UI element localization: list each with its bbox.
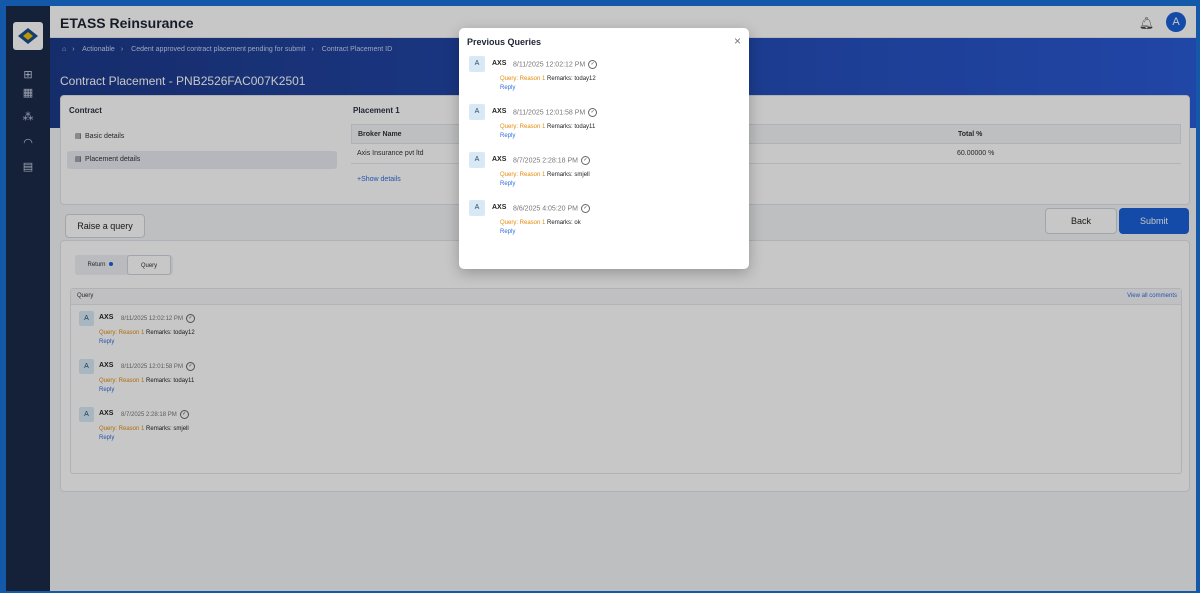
time-text: 8/7/2025 2:28:18 PM [513, 157, 578, 165]
time-text: 8/11/2025 12:02:12 PM [513, 61, 586, 69]
comment-query: Query: Reason 1 Remarks: ok [500, 220, 581, 226]
remarks-text: Remarks: smjell [547, 172, 590, 178]
query-reason: Query: Reason 1 [500, 220, 546, 226]
reply-link[interactable]: Reply [500, 229, 515, 235]
comment-time: 8/11/2025 12:02:12 PM ✓ [513, 60, 598, 69]
check-circle-icon: ✓ [581, 204, 590, 213]
previous-queries-modal: Previous Queries × A AXS 8/11/2025 12:02… [459, 28, 749, 269]
comment-avatar: A [469, 152, 485, 168]
comment-time: 8/11/2025 12:01:58 PM ✓ [513, 108, 598, 117]
comment-avatar: A [469, 56, 485, 72]
reply-link[interactable]: Reply [500, 133, 515, 139]
close-icon[interactable]: × [734, 34, 741, 48]
comment-avatar: A [469, 200, 485, 216]
check-circle-icon: ✓ [588, 108, 598, 117]
comment-time: 8/7/2025 2:28:18 PM ✓ [513, 156, 590, 165]
modal-title: Previous Queries [467, 37, 542, 47]
comment-user: AXS [492, 204, 507, 211]
check-circle-icon: ✓ [581, 156, 590, 165]
comment-user: AXS [492, 108, 507, 115]
comment-user: AXS [492, 60, 507, 67]
remarks-text: Remarks: today12 [547, 76, 596, 82]
remarks-text: Remarks: ok [547, 220, 581, 226]
comment-time: 8/6/2025 4:05:20 PM ✓ [513, 204, 590, 213]
comment-query: Query: Reason 1 Remarks: smjell [500, 172, 590, 178]
comment-avatar: A [469, 104, 485, 120]
reply-link[interactable]: Reply [500, 181, 515, 187]
comment-query: Query: Reason 1 Remarks: today11 [500, 124, 595, 130]
time-text: 8/11/2025 12:01:58 PM [513, 109, 586, 117]
remarks-text: Remarks: today11 [547, 124, 596, 130]
query-reason: Query: Reason 1 [500, 172, 546, 178]
reply-link[interactable]: Reply [500, 85, 515, 91]
query-reason: Query: Reason 1 [500, 124, 546, 130]
comment-query: Query: Reason 1 Remarks: today12 [500, 76, 596, 82]
query-reason: Query: Reason 1 [500, 76, 546, 82]
time-text: 8/6/2025 4:05:20 PM [513, 205, 578, 213]
comment-user: AXS [492, 156, 507, 163]
check-circle-icon: ✓ [588, 60, 598, 69]
